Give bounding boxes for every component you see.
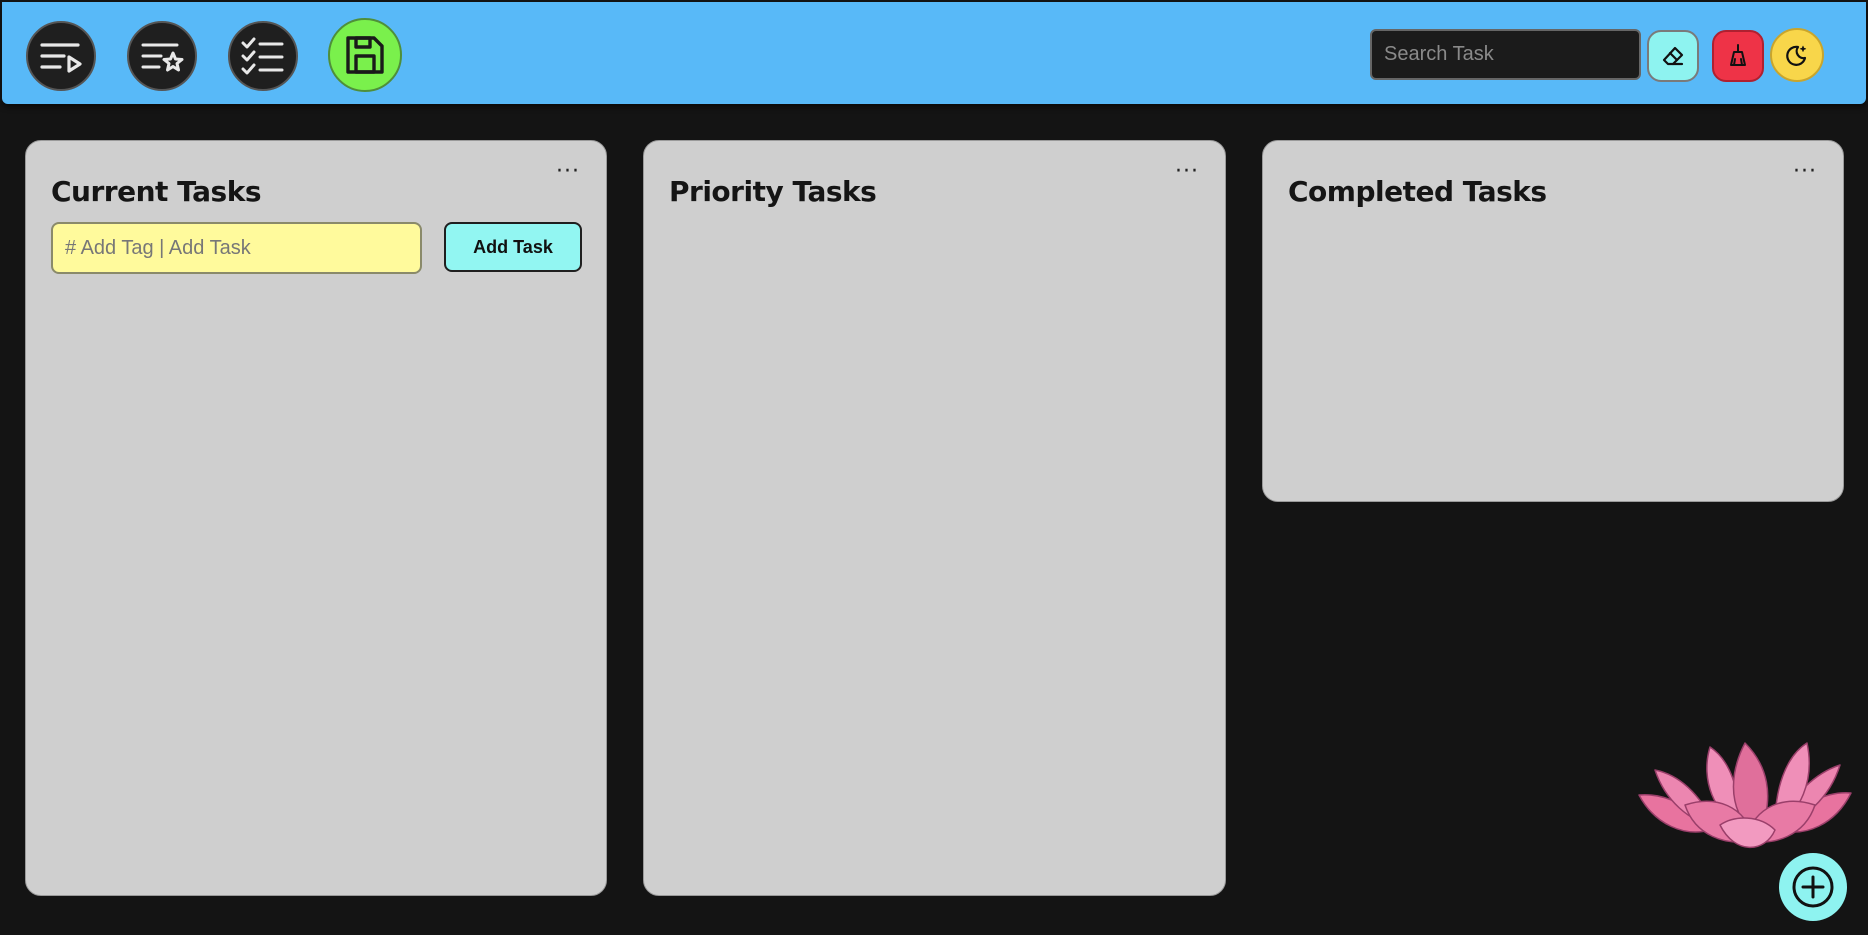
add-task-input[interactable]	[51, 222, 422, 274]
current-tasks-panel: Current Tasks ··· Add Task	[25, 140, 607, 896]
add-task-button[interactable]: Add Task	[444, 222, 582, 272]
top-bar	[2, 2, 1866, 104]
completed-tasks-nav-button[interactable]	[228, 21, 298, 91]
completed-tasks-menu-button[interactable]: ···	[1793, 159, 1817, 184]
current-tasks-title: Current Tasks	[51, 175, 262, 208]
moon-star-icon	[1786, 45, 1807, 66]
list-play-icon	[40, 43, 82, 73]
completed-tasks-panel: Completed Tasks ···	[1262, 140, 1844, 502]
plus-circle-icon	[1792, 866, 1834, 908]
eraser-icon	[1662, 46, 1684, 66]
priority-tasks-title: Priority Tasks	[669, 175, 877, 208]
priority-tasks-panel: Priority Tasks ···	[643, 140, 1226, 896]
list-star-icon	[141, 43, 184, 72]
list-check-icon	[241, 37, 284, 75]
priority-tasks-nav-button[interactable]	[127, 21, 197, 91]
lotus-flower-icon	[1638, 742, 1852, 849]
completed-tasks-title: Completed Tasks	[1288, 175, 1547, 208]
save-button[interactable]	[328, 18, 402, 92]
current-tasks-nav-button[interactable]	[26, 21, 96, 91]
floppy-disk-icon	[346, 36, 384, 74]
theme-toggle-button[interactable]	[1770, 28, 1824, 82]
broom-icon	[1730, 44, 1746, 66]
add-floating-button[interactable]	[1779, 853, 1847, 921]
search-input[interactable]	[1370, 29, 1641, 80]
current-tasks-menu-button[interactable]: ···	[556, 159, 580, 184]
priority-tasks-menu-button[interactable]: ···	[1175, 159, 1199, 184]
eraser-button[interactable]	[1647, 30, 1699, 82]
clear-all-button[interactable]	[1712, 30, 1764, 82]
